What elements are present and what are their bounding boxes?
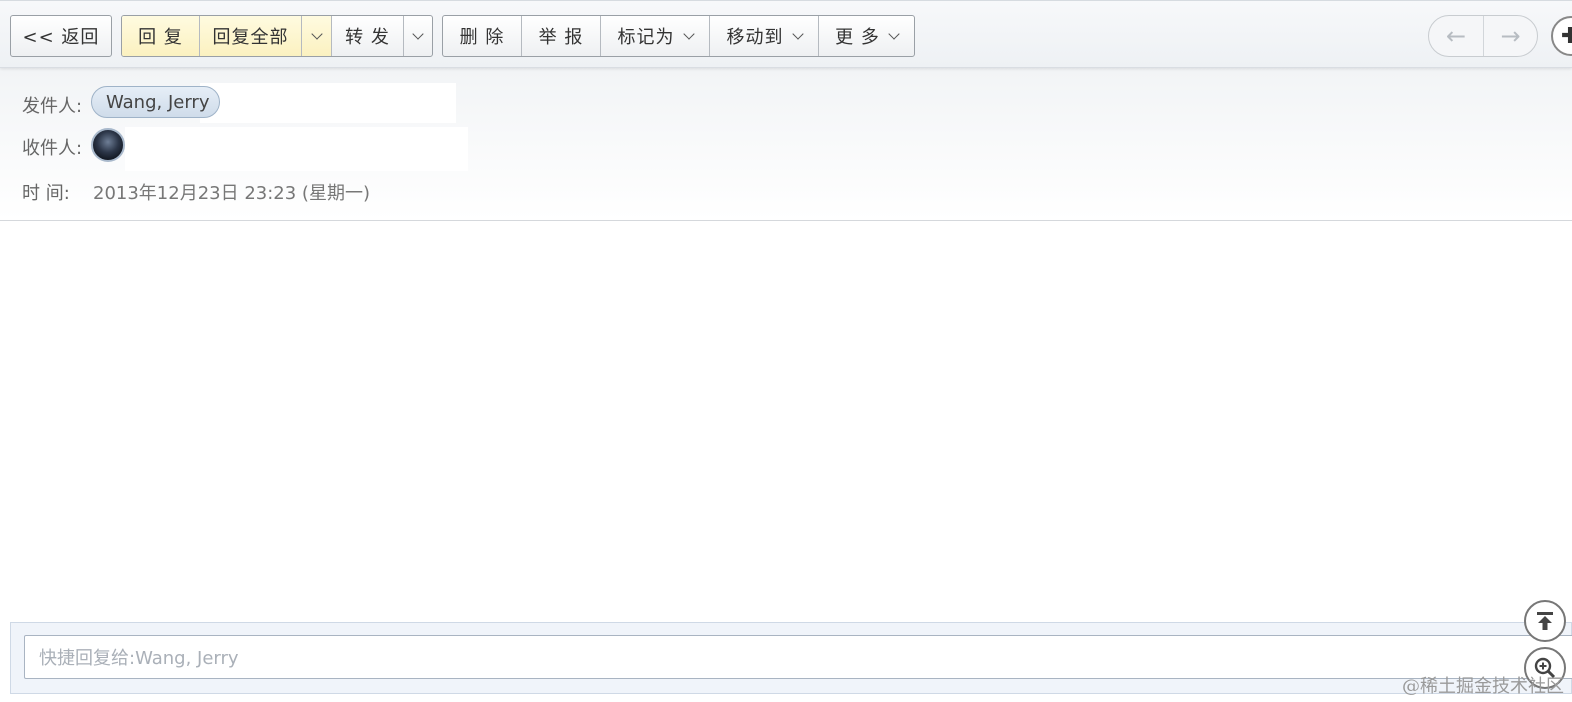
forward-dropdown[interactable] xyxy=(404,16,432,56)
report-button[interactable]: 举 报 xyxy=(522,16,601,56)
mail-header: 发件人: Wang, Jerry 收件人: 时 间: 2013年12月23日 2… xyxy=(0,68,1572,221)
quick-reply-input[interactable]: 快捷回复给:Wang, Jerry xyxy=(24,635,1572,679)
expand-icon[interactable]: ✚ xyxy=(1551,16,1572,56)
mail-nav-arrows: ← → xyxy=(1428,15,1538,57)
scroll-top-icon xyxy=(1537,612,1553,630)
scroll-to-top-button[interactable] xyxy=(1524,600,1566,642)
forward-button[interactable]: 转 发 xyxy=(332,16,404,56)
sender-name: Wang, Jerry xyxy=(106,91,210,113)
sender-chip[interactable]: Wang, Jerry xyxy=(91,86,221,118)
chevron-down-icon xyxy=(888,27,900,40)
chevron-down-icon xyxy=(682,27,695,40)
reply-all-dropdown[interactable] xyxy=(302,16,332,56)
more-label: 更 多 xyxy=(835,27,880,48)
mark-as-button[interactable]: 标记为 xyxy=(601,16,710,56)
reply-group: 回 复 回复全部 转 发 xyxy=(121,15,433,57)
watermark: @稀土掘金技术社区 xyxy=(1402,676,1564,697)
from-redaction xyxy=(200,83,456,123)
action-group: 删 除 举 报 标记为 移动到 更 多 xyxy=(442,15,915,57)
to-label: 收件人: xyxy=(22,138,83,159)
back-button[interactable]: << 返回 xyxy=(11,16,111,56)
recipient-avatar[interactable] xyxy=(91,128,125,162)
delete-button[interactable]: 删 除 xyxy=(443,16,522,56)
chevron-down-icon xyxy=(310,27,323,40)
chevron-down-icon xyxy=(412,27,424,40)
next-mail-button[interactable]: → xyxy=(1482,16,1537,56)
quick-reply-panel: 快捷回复给:Wang, Jerry xyxy=(10,622,1572,694)
mail-toolbar: << 返回 回 复 回复全部 转 发 删 除 举 报 标记为 移动到 更 多 ←… xyxy=(0,0,1572,68)
previous-mail-button[interactable]: ← xyxy=(1429,16,1483,56)
mark-as-label: 标记为 xyxy=(617,27,675,48)
back-group: << 返回 xyxy=(10,15,112,57)
time-label: 时 间: xyxy=(22,183,70,204)
more-button[interactable]: 更 多 xyxy=(819,16,914,56)
move-to-label: 移动到 xyxy=(726,27,784,48)
move-to-button[interactable]: 移动到 xyxy=(710,16,819,56)
chevron-down-icon xyxy=(791,27,804,40)
from-label: 发件人: xyxy=(22,96,83,117)
to-redaction xyxy=(125,127,468,171)
sent-time: 2013年12月23日 23:23 (星期一) xyxy=(93,183,370,204)
reply-all-button[interactable]: 回复全部 xyxy=(200,16,302,56)
reply-button[interactable]: 回 复 xyxy=(122,16,200,56)
